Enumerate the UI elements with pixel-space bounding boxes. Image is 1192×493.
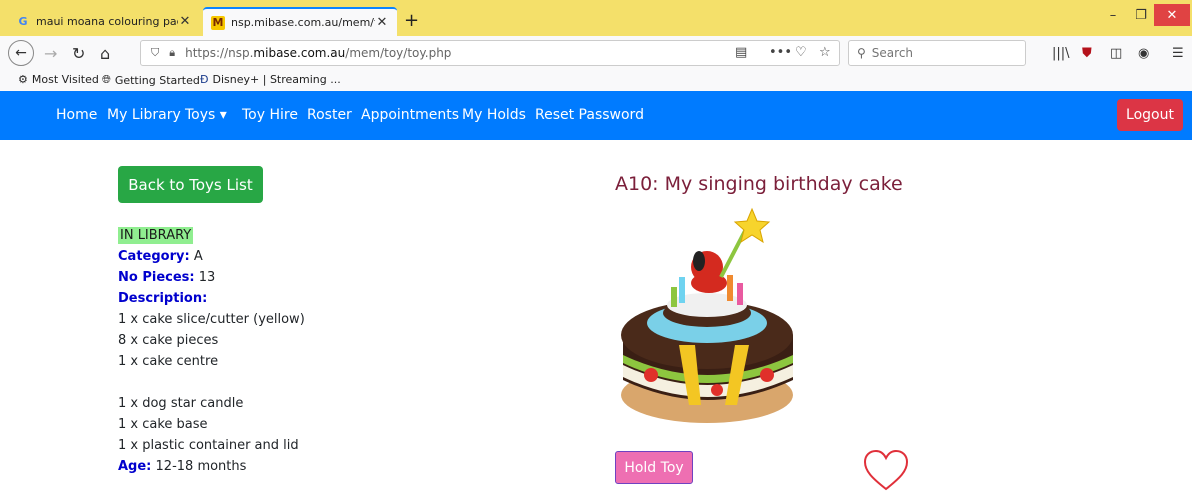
nav-my-holds[interactable]: My Holds: [462, 107, 526, 123]
google-g-icon: G: [18, 15, 28, 28]
toy-image: [621, 207, 793, 423]
window-minimize-icon[interactable]: –: [1098, 4, 1128, 26]
account-icon[interactable]: ◉: [1138, 46, 1149, 61]
bookmark-getting-started[interactable]: 🌐︎ Getting Started: [102, 73, 200, 87]
disney-icon: Ð: [200, 73, 209, 86]
bookmark-star-icon[interactable]: ☆: [819, 45, 831, 60]
close-tab-icon[interactable]: ✕: [375, 15, 389, 30]
url-text: https://nsp.mibase.com.au/mem/toy/toy.ph…: [185, 46, 452, 60]
age-value: 12-18 months: [155, 459, 247, 474]
search-input[interactable]: [871, 46, 1012, 60]
toy-title: A10: My singing birthday cake: [615, 173, 903, 195]
reload-icon[interactable]: ↻: [72, 42, 85, 64]
search-icon: ⚲: [857, 46, 866, 60]
hold-toy-button[interactable]: Hold Toy: [615, 451, 693, 484]
search-box[interactable]: ⚲: [848, 40, 1026, 66]
ublock-shield-icon[interactable]: ⛊: [1082, 46, 1092, 61]
description-label: Description:: [118, 291, 208, 306]
more-actions-icon[interactable]: •••: [769, 45, 792, 60]
tab-title: nsp.mibase.com.au/mem/toy/: [231, 16, 375, 29]
reader-view-icon[interactable]: ▤: [735, 45, 747, 60]
pocket-icon[interactable]: ♡: [795, 45, 807, 60]
new-tab-plus-icon[interactable]: +: [404, 10, 419, 31]
pieces-value: 13: [198, 270, 216, 285]
category-label: Category:: [118, 249, 190, 264]
browser-tab-inactive[interactable]: G maui moana colouring pages - ✕: [8, 7, 200, 36]
nav-reset-password[interactable]: Reset Password: [535, 107, 644, 123]
hamburger-menu-icon[interactable]: ☰: [1172, 46, 1184, 61]
address-bar[interactable]: ⛉ 🔒︎ https://nsp.mibase.com.au/mem/toy/t…: [140, 40, 840, 66]
bookmarks-toolbar: ⚙ Most Visited 🌐︎ Getting Started Ð Disn…: [0, 70, 1192, 91]
bookmark-disney[interactable]: Ð Disney+ | Streaming ...: [200, 73, 341, 86]
library-icon[interactable]: |||\: [1052, 46, 1070, 61]
category-value: A: [193, 249, 203, 264]
nav-my-library[interactable]: My Library: [107, 107, 181, 123]
tab-title: maui moana colouring pages -: [36, 15, 178, 28]
logout-button[interactable]: Logout: [1117, 99, 1183, 131]
pieces-label: No Pieces:: [118, 270, 195, 285]
nav-toy-hire[interactable]: Toy Hire: [242, 107, 298, 123]
window-close-icon[interactable]: ✕: [1154, 4, 1190, 26]
nav-toys-dropdown[interactable]: Toys ▾: [185, 107, 227, 123]
age-label: Age:: [118, 459, 152, 474]
lock-icon: 🔒︎: [169, 46, 176, 59]
site-navbar: Home My Library Toys ▾ Toy Hire Roster A…: [0, 91, 1192, 140]
browser-tab-active[interactable]: M nsp.mibase.com.au/mem/toy/ ✕: [203, 7, 397, 36]
close-tab-icon[interactable]: ✕: [178, 14, 192, 29]
pieces-row: No Pieces: 13: [118, 269, 215, 286]
favorite-heart-icon[interactable]: [862, 449, 910, 493]
window-restore-icon[interactable]: ❐: [1126, 4, 1156, 26]
description-line: 1 x dog star candle: [118, 396, 244, 411]
nav-appointments[interactable]: Appointments: [361, 107, 459, 123]
globe-icon: 🌐︎: [102, 73, 111, 86]
description-line: 1 x plastic container and lid: [118, 438, 299, 453]
description-line: 8 x cake pieces: [118, 333, 219, 348]
bookmark-most-visited[interactable]: ⚙ Most Visited: [18, 73, 99, 86]
back-arrow-icon[interactable]: ←: [8, 40, 34, 66]
forward-arrow-icon[interactable]: →: [44, 42, 57, 64]
browser-toolbar: ← → ↻ ⌂ ⛉ 🔒︎ https://nsp.mibase.com.au/m…: [0, 36, 1192, 70]
status-badge: IN LIBRARY: [118, 227, 194, 244]
nav-home[interactable]: Home: [56, 107, 97, 123]
nav-roster[interactable]: Roster: [307, 107, 352, 123]
mibase-m-icon: M: [211, 15, 225, 30]
description-line: 1 x cake base: [118, 417, 208, 432]
description-line: 1 x cake centre: [118, 354, 219, 369]
home-icon[interactable]: ⌂: [100, 42, 110, 64]
gear-icon: ⚙: [18, 73, 28, 86]
shield-icon: ⛉: [151, 46, 160, 59]
browser-tab-strip: G maui moana colouring pages - ✕ M nsp.m…: [0, 0, 1192, 36]
category-row: Category: A: [118, 248, 203, 265]
description-line: 1 x cake slice/cutter (yellow): [118, 312, 305, 327]
age-row: Age: 12-18 months: [118, 458, 246, 475]
back-to-toys-list-button[interactable]: Back to Toys List: [118, 166, 263, 203]
description-row: Description:: [118, 290, 207, 307]
sidebar-icon[interactable]: ◫: [1110, 46, 1122, 61]
